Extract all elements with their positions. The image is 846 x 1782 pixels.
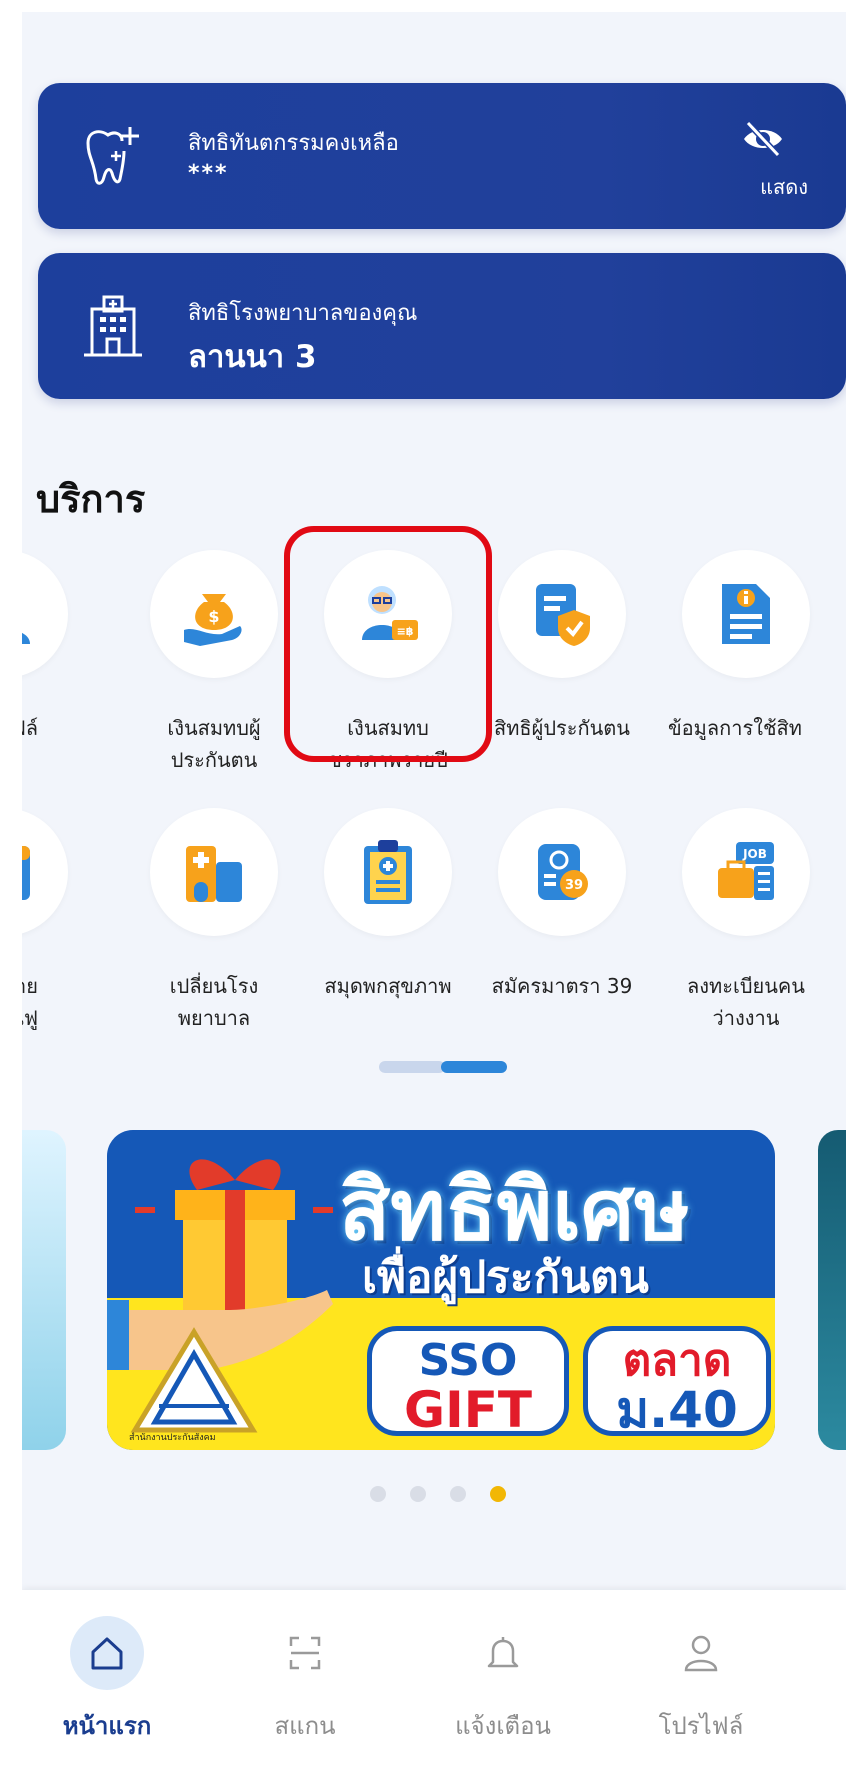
tab-label: แจ้งเตือน	[455, 1712, 551, 1740]
service-icon-circle	[498, 550, 626, 678]
service-label: ลงทะเบียนคน ว่างงาน	[687, 974, 805, 1030]
eye-off-icon[interactable]	[740, 119, 786, 159]
dental-rights-value: ***	[188, 161, 229, 186]
info-document-icon	[722, 584, 770, 644]
service-label: เงินสมทบผู้ ประกันตน	[167, 716, 261, 772]
market-m40-pill: ตลาด ม.40	[583, 1326, 771, 1436]
pill2-top: ตลาด	[622, 1335, 732, 1386]
service-label: ไฟล์	[22, 716, 38, 740]
calendar-icon	[22, 846, 30, 900]
user-icon	[684, 1635, 718, 1672]
service-icon-circle: 39	[498, 808, 626, 936]
dental-rights-label: สิทธิทันตกรรมคงเหลือ	[188, 131, 399, 156]
service-insured-rights[interactable]: สิทธิผู้ประกันตน	[472, 550, 652, 744]
hospital-name: ลานนา 3	[188, 339, 317, 375]
profile-icon	[22, 633, 30, 644]
hospital-rights-card[interactable]: สิทธิโรงพยาบาลของคุณ ลานนา 3	[38, 253, 846, 399]
carousel-dot[interactable]	[410, 1486, 426, 1502]
tab-scan[interactable]: สแกน	[220, 1616, 390, 1745]
carousel-dot[interactable]	[370, 1486, 386, 1502]
svg-text:JOB: JOB	[742, 847, 767, 861]
tooth-plus-icon	[86, 127, 139, 185]
tab-notifications[interactable]: แจ้งเตือน	[418, 1616, 588, 1745]
dental-rights-card[interactable]: สิทธิทันตกรรมคงเหลือ *** แสดง	[38, 83, 846, 229]
bottom-tab-bar: หน้าแรก สแกน แจ้งเตือน โปรไฟล์	[22, 1590, 846, 1782]
service-rehab-appointment[interactable]: ัดหมาย ฟื้นฟู	[22, 808, 94, 1034]
carousel-dot[interactable]	[450, 1486, 466, 1502]
service-unemployment[interactable]: JOB ลงทะเบียนคน ว่างงาน	[656, 808, 836, 1034]
pill2-bottom: ม.40	[616, 1381, 738, 1439]
tab-icon-wrap	[268, 1616, 342, 1690]
promo-banner[interactable]: สำนักงานประกันสังคม สิทธิพิเศษ เพื่อผู้ป…	[107, 1130, 775, 1450]
service-icon-circle	[150, 808, 278, 936]
scan-icon	[289, 1636, 321, 1670]
service-usage-info[interactable]: ข้อมูลการใช้สิท	[656, 550, 836, 744]
service-icon-circle	[22, 808, 68, 936]
service-label: เปลี่ยนโรง พยาบาล	[169, 974, 259, 1030]
service-icon-circle	[22, 550, 68, 678]
service-icon-circle: JOB	[682, 808, 810, 936]
money-bag-icon: $	[184, 594, 242, 646]
service-icon-circle	[682, 550, 810, 678]
carousel-next-slide[interactable]	[818, 1130, 846, 1450]
service-health-book[interactable]: สมุดพกสุขภาพ	[298, 808, 478, 1002]
tab-label: หน้าแรก	[62, 1712, 152, 1740]
service-label: สิทธิผู้ประกันตน	[494, 716, 630, 740]
service-label: สมัครมาตรา 39	[491, 974, 633, 998]
service-label: ัดหมาย ฟื้นฟู	[22, 974, 38, 1030]
service-change-hospital[interactable]: เปลี่ยนโรง พยาบาล	[124, 808, 304, 1034]
tab-home[interactable]: หน้าแรก	[22, 1616, 192, 1745]
bell-icon	[487, 1637, 519, 1668]
job-briefcase-icon: JOB	[718, 842, 774, 900]
sso-logo-icon	[130, 1327, 258, 1433]
hospital-building-icon	[84, 295, 142, 357]
service-profile[interactable]: ไฟล์	[22, 550, 94, 744]
pager-segment-active	[441, 1061, 507, 1073]
service-label: สมุดพกสุขภาพ	[324, 974, 452, 998]
tab-icon-wrap	[664, 1616, 738, 1690]
service-section-39[interactable]: 39 สมัครมาตรา 39	[472, 808, 652, 1002]
section-39-icon: 39	[538, 844, 588, 900]
tab-profile[interactable]: โปรไฟล์	[616, 1616, 786, 1745]
document-shield-icon	[536, 584, 590, 646]
pill1-bottom: GIFT	[404, 1381, 532, 1439]
services-title: บริการ	[36, 477, 146, 521]
banner-subheadline: เพื่อผู้ประกันตน	[362, 1252, 649, 1303]
carousel-prev-slide[interactable]	[22, 1130, 66, 1450]
tab-icon-wrap	[70, 1616, 144, 1690]
sso-gift-pill: SSO GIFT	[367, 1326, 569, 1436]
svg-text:$: $	[208, 607, 219, 626]
hospital-building-icon	[186, 846, 242, 902]
carousel-dot-active[interactable]	[490, 1486, 506, 1502]
service-icon-circle: $	[150, 550, 278, 678]
service-label: ข้อมูลการใช้สิท	[668, 716, 802, 740]
service-contribution[interactable]: $ เงินสมทบผู้ ประกันตน	[124, 550, 304, 776]
health-clipboard-icon	[364, 840, 412, 904]
svg-text:39: 39	[565, 878, 583, 893]
services-pager	[379, 1061, 507, 1073]
home-icon	[91, 1637, 123, 1670]
hospital-rights-label: สิทธิโรงพยาบาลของคุณ	[188, 301, 418, 326]
service-icon-circle	[324, 808, 452, 936]
app-screen: สิทธิทันตกรรมคงเหลือ *** แสดง สิทธิโรงพย…	[22, 12, 846, 1782]
org-name: สำนักงานประกันสังคม	[129, 1433, 216, 1443]
pager-segment	[379, 1061, 445, 1073]
show-toggle-label[interactable]: แสดง	[760, 171, 808, 203]
highlight-box	[284, 526, 492, 762]
pill1-top: SSO	[418, 1335, 518, 1386]
tab-icon-wrap	[466, 1616, 540, 1690]
tab-label: โปรไฟล์	[658, 1712, 744, 1740]
tab-label: สแกน	[274, 1712, 336, 1740]
